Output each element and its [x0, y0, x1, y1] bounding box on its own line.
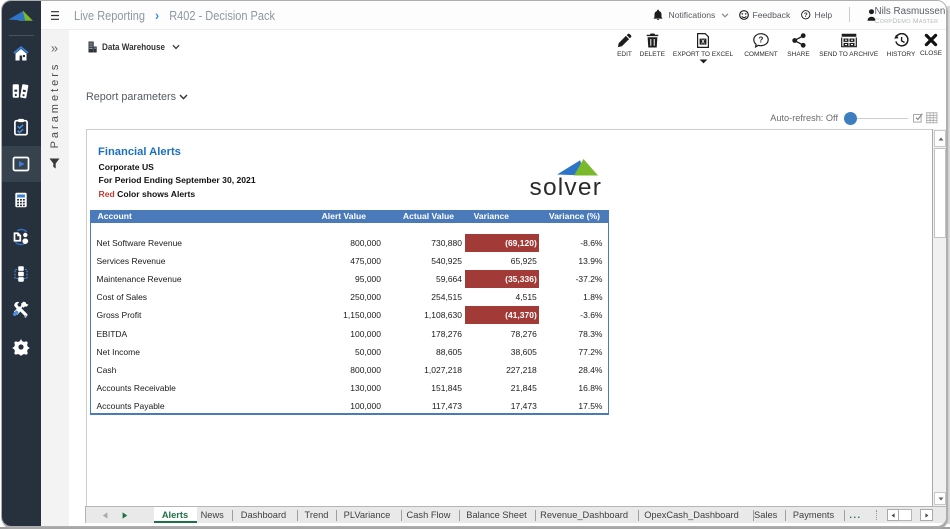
svg-text:?: ? [804, 12, 808, 19]
svg-text:solver: solver [530, 174, 603, 199]
svg-text:X: X [701, 39, 705, 45]
